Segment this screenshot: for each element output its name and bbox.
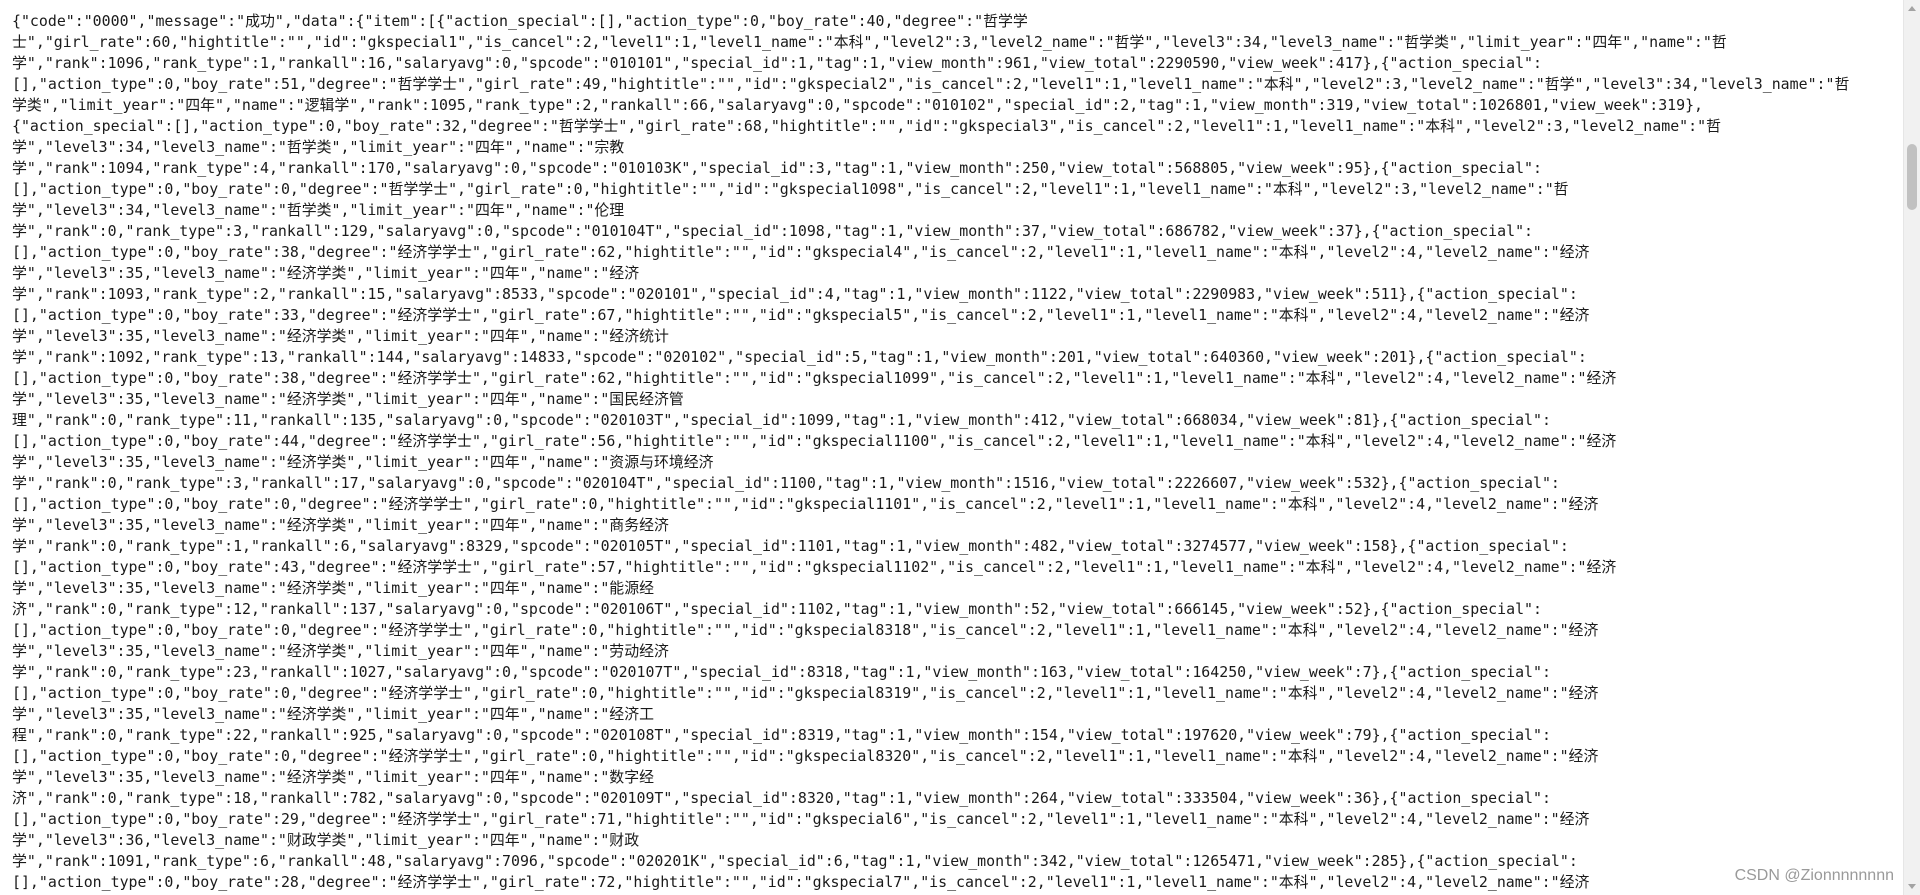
json-text-line: [],"action_type":0,"boy_rate":0,"degree"… xyxy=(12,621,1599,639)
scrollbar-track[interactable] xyxy=(1907,17,1917,878)
json-text-line: 学","rank":1096,"rank_type":1,"rankall":1… xyxy=(12,54,1542,72)
scroll-up-arrow-icon[interactable] xyxy=(1908,6,1916,11)
json-text-line: 学","level3":34,"level3_name":"哲学类","limi… xyxy=(12,138,625,156)
json-text-line: 学","rank":0,"rank_type":3,"rankall":17,"… xyxy=(12,474,1560,492)
json-text-line: 学","rank":1092,"rank_type":13,"rankall":… xyxy=(12,348,1587,366)
json-text-line: [],"action_type":0,"boy_rate":0,"degree"… xyxy=(12,495,1599,513)
json-viewer: {"code":"0000","message":"成功","data":{"i… xyxy=(0,0,1903,895)
json-text-line: 学","level3":35,"level3_name":"经济学类","lim… xyxy=(12,768,654,786)
json-text-line: 学","level3":35,"level3_name":"经济学类","lim… xyxy=(12,579,654,597)
json-text-line: 学","level3":35,"level3_name":"经济学类","lim… xyxy=(12,390,684,408)
json-text-line: 学","level3":35,"level3_name":"经济学类","lim… xyxy=(12,516,669,534)
json-text-line: 学","rank":1094,"rank_type":4,"rankall":1… xyxy=(12,159,1542,177)
json-text-line: [],"action_type":0,"boy_rate":33,"degree… xyxy=(12,306,1590,324)
json-text-line: [],"action_type":0,"boy_rate":38,"degree… xyxy=(12,369,1617,387)
json-text-line: 济","rank":0,"rank_type":18,"rankall":782… xyxy=(12,789,1551,807)
json-text-line: 学类","limit_year":"四年","name":"逻辑学","rank… xyxy=(12,96,1704,114)
json-text-line: 学","rank":0,"rank_type":3,"rankall":129,… xyxy=(12,222,1533,240)
json-text-line: [],"action_type":0,"boy_rate":0,"degree"… xyxy=(12,180,1569,198)
json-text-line: [],"action_type":0,"boy_rate":38,"degree… xyxy=(12,243,1590,261)
json-text-line: {"action_special":[],"action_type":0,"bo… xyxy=(12,117,1721,135)
json-text-line: [],"action_type":0,"boy_rate":0,"degree"… xyxy=(12,684,1599,702)
raw-json-text: {"code":"0000","message":"成功","data":{"i… xyxy=(0,0,1903,893)
json-text-line: 理","rank":0,"rank_type":11,"rankall":135… xyxy=(12,411,1551,429)
json-text-line: 学","rank":0,"rank_type":23,"rankall":102… xyxy=(12,663,1551,681)
json-text-line: 学","level3":34,"level3_name":"哲学类","limi… xyxy=(12,201,625,219)
json-text-line: [],"action_type":0,"boy_rate":44,"degree… xyxy=(12,432,1617,450)
json-text-line: [],"action_type":0,"boy_rate":29,"degree… xyxy=(12,810,1590,828)
json-text-line: 学","rank":0,"rank_type":1,"rankall":6,"s… xyxy=(12,537,1569,555)
vertical-scrollbar[interactable] xyxy=(1903,0,1920,895)
json-text-line: 学","level3":36,"level3_name":"财政学类","lim… xyxy=(12,831,640,849)
json-text-line: 学","level3":35,"level3_name":"经济学类","lim… xyxy=(12,327,669,345)
scrollbar-thumb[interactable] xyxy=(1907,144,1917,210)
json-text-line: [],"action_type":0,"boy_rate":51,"degree… xyxy=(12,75,1850,93)
json-text-line: [],"action_type":0,"boy_rate":28,"degree… xyxy=(12,873,1590,891)
json-text-line: 学","level3":35,"level3_name":"经济学类","lim… xyxy=(12,642,669,660)
json-text-line: 济","rank":0,"rank_type":12,"rankall":137… xyxy=(12,600,1542,618)
json-text-line: 学","rank":1091,"rank_type":6,"rankall":4… xyxy=(12,852,1578,870)
watermark-text: CSDN @Zionnnnnnnn xyxy=(1734,867,1894,884)
json-text-line: [],"action_type":0,"boy_rate":0,"degree"… xyxy=(12,747,1599,765)
json-text-line: 程","rank":0,"rank_type":22,"rankall":925… xyxy=(12,726,1551,744)
json-text-line: {"code":"0000","message":"成功","data":{"i… xyxy=(12,12,1028,30)
json-text-line: 学","level3":35,"level3_name":"经济学类","lim… xyxy=(12,264,640,282)
scroll-down-arrow-icon[interactable] xyxy=(1908,884,1916,889)
json-text-line: 士","girl_rate":60,"hightitle":"","id":"g… xyxy=(12,33,1727,51)
json-text-line: 学","level3":35,"level3_name":"经济学类","lim… xyxy=(12,453,714,471)
json-text-line: 学","level3":35,"level3_name":"经济学类","lim… xyxy=(12,705,654,723)
json-text-line: [],"action_type":0,"boy_rate":43,"degree… xyxy=(12,558,1617,576)
json-text-line: 学","rank":1093,"rank_type":2,"rankall":1… xyxy=(12,285,1578,303)
